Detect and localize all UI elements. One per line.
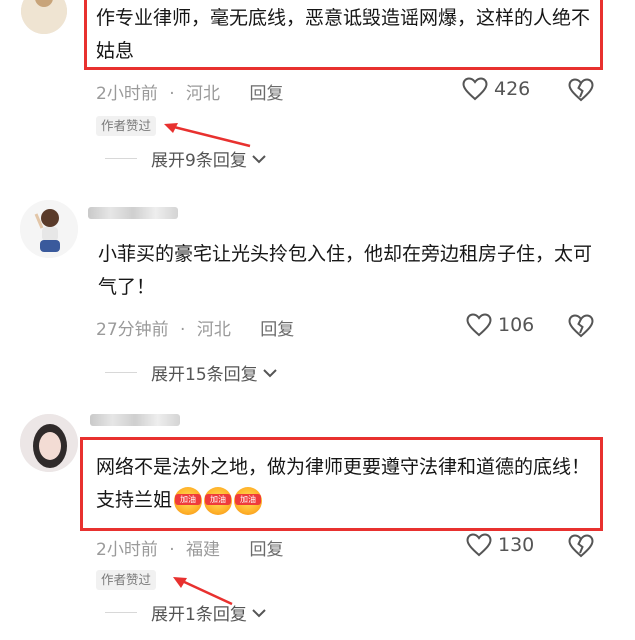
username-blurred[interactable]	[88, 207, 178, 219]
reply-button[interactable]: 回复	[260, 320, 294, 340]
username-blurred[interactable]	[90, 414, 180, 426]
meta-separator: ·	[169, 84, 175, 104]
chevron-down-icon	[252, 154, 266, 163]
meta-separator: ·	[169, 540, 175, 560]
dislike-button[interactable]	[568, 314, 594, 338]
user-avatar-icon	[21, 0, 67, 34]
dislike-button[interactable]	[568, 534, 594, 558]
expand-replies-label: 展开1条回复	[151, 605, 247, 625]
expand-replies-label: 展开15条回复	[151, 365, 258, 385]
jiayou-emoji-icon: 加油	[234, 486, 263, 515]
expand-replies-button[interactable]: 展开15条回复	[105, 360, 279, 385]
broken-heart-icon	[568, 534, 594, 558]
broken-heart-icon	[568, 314, 594, 338]
like-count: 130	[498, 534, 535, 556]
divider	[105, 612, 137, 613]
emoji-label: 加油	[175, 493, 202, 505]
like-button[interactable]: 426	[462, 77, 530, 101]
heart-icon	[466, 313, 492, 337]
divider	[105, 372, 137, 373]
like-count: 106	[498, 314, 535, 336]
reply-button[interactable]: 回复	[249, 84, 283, 104]
user-avatar-icon	[20, 414, 78, 472]
heart-icon	[462, 77, 488, 101]
divider	[105, 158, 137, 159]
expand-replies-button[interactable]: 展开9条回复	[105, 146, 268, 171]
like-button[interactable]: 106	[466, 313, 534, 337]
like-button[interactable]: 130	[466, 533, 534, 557]
comment-meta: 2小时前 · 福建 回复	[96, 535, 283, 560]
expand-replies-button[interactable]: 展开1条回复	[105, 600, 268, 625]
chevron-down-icon	[262, 368, 277, 377]
comment-text: 作专业律师，毫无底线，恶意诋毁造谣网爆，这样的人绝不姑息	[96, 7, 591, 62]
comment-text: 小菲买的豪宅让光头拎包入住，他却在旁边租房子住，太可气了！	[98, 243, 593, 298]
emoji-label: 加油	[205, 493, 232, 505]
author-liked-badge: 作者赞过	[96, 116, 157, 136]
avatar[interactable]	[21, 0, 67, 34]
dislike-button[interactable]	[568, 78, 594, 102]
comment-location: 河北	[196, 320, 231, 340]
comment-location: 河北	[186, 84, 221, 104]
user-avatar-icon	[20, 200, 78, 258]
avatar[interactable]	[20, 414, 78, 472]
broken-heart-icon	[568, 78, 594, 102]
comment-text-body: 网络不是法外之地，做为律师更要遵守法律和道德的底线！支持兰姐	[96, 456, 591, 511]
jiayou-emoji-icon: 加油	[204, 486, 233, 515]
heart-icon	[466, 533, 492, 557]
comment-meta: 27分钟前 · 河北 回复	[96, 315, 294, 340]
comment-meta: 2小时前 · 河北 回复	[96, 79, 283, 104]
like-count: 426	[494, 78, 531, 100]
author-liked-badge: 作者赞过	[96, 570, 157, 590]
emoji-label: 加油	[235, 493, 262, 505]
comment-time: 27分钟前	[96, 320, 169, 340]
meta-separator: ·	[180, 320, 186, 340]
comment-time: 2小时前	[96, 84, 158, 104]
chevron-down-icon	[252, 608, 266, 617]
reply-button[interactable]: 回复	[249, 540, 283, 560]
expand-replies-label: 展开9条回复	[151, 151, 247, 171]
comment-time: 2小时前	[96, 540, 158, 560]
comment-location: 福建	[186, 540, 221, 560]
avatar[interactable]	[20, 200, 78, 258]
comment-text: 网络不是法外之地，做为律师更要遵守法律和道德的底线！支持兰姐 加油 加油 加油	[96, 451, 592, 517]
jiayou-emoji-icon: 加油	[174, 486, 203, 515]
